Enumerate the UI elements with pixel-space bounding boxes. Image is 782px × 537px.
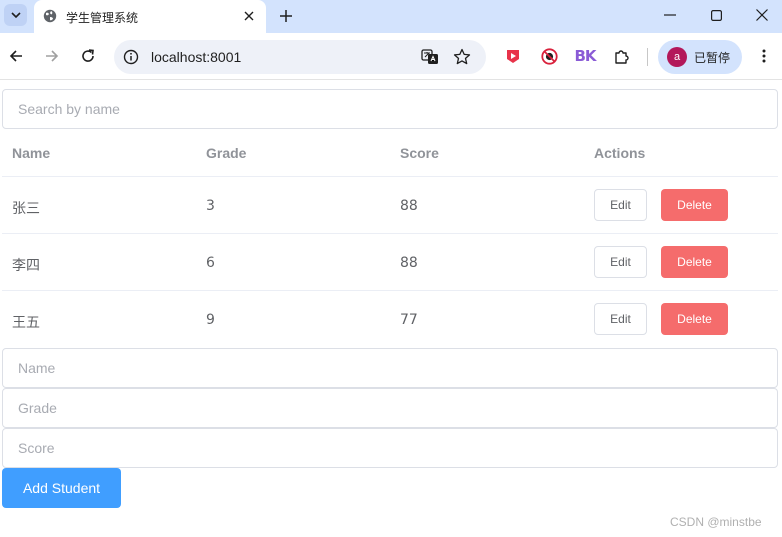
delete-button[interactable]: Delete (661, 303, 728, 335)
translate-icon[interactable] (421, 48, 439, 66)
extensions-button[interactable] (612, 46, 632, 66)
plus-icon (280, 10, 292, 22)
tab-search-button[interactable] (4, 4, 27, 26)
bk-extension-label: BK (574, 47, 596, 65)
add-student-button[interactable]: Add Student (2, 468, 121, 508)
bookmark-star-icon[interactable] (453, 48, 471, 66)
reload-icon (82, 49, 94, 62)
block-extension-icon (540, 47, 558, 65)
grade-input[interactable] (2, 388, 778, 428)
profile-status-label: 已暂停 (694, 51, 731, 65)
close-icon (756, 9, 768, 21)
minimize-icon (664, 14, 676, 16)
browser-tabstrip: 学生管理系统 (0, 0, 782, 33)
score-input[interactable] (2, 428, 778, 468)
edit-button[interactable]: Edit (594, 246, 647, 278)
chevron-down-icon (10, 12, 21, 19)
delete-button[interactable]: Delete (661, 189, 728, 221)
browser-menu-button[interactable] (754, 46, 774, 66)
puzzle-icon (615, 50, 629, 64)
minimize-button[interactable] (647, 0, 693, 30)
cell-score: 77 (400, 312, 418, 328)
url-text: localhost:8001 (151, 49, 242, 65)
play-extension-icon (507, 50, 519, 63)
row-divider (2, 290, 778, 291)
arrow-left-icon (9, 50, 22, 62)
cell-score: 88 (400, 198, 418, 214)
edit-button[interactable]: Edit (594, 189, 647, 221)
browser-toolbar: localhost:8001 BK a 已暂停 (0, 33, 782, 80)
name-input[interactable] (2, 348, 778, 388)
new-tab-button[interactable] (276, 6, 296, 26)
window-close-button[interactable] (739, 0, 782, 30)
row-divider (2, 176, 778, 177)
column-header-score: Score (400, 145, 439, 161)
video-extension-button[interactable] (503, 46, 523, 66)
maximize-icon (710, 9, 722, 21)
cell-name: 张三 (12, 201, 40, 217)
search-input[interactable] (2, 89, 778, 129)
back-button[interactable] (6, 46, 26, 66)
delete-button[interactable]: Delete (661, 246, 728, 278)
edit-button[interactable]: Edit (594, 303, 647, 335)
cell-score: 88 (400, 255, 418, 271)
globe-icon (43, 9, 57, 23)
cell-grade: 3 (206, 198, 215, 214)
column-header-actions: Actions (594, 145, 646, 161)
column-header-name: Name (12, 145, 51, 161)
avatar: a (667, 47, 687, 67)
tab-title: 学生管理系统 (66, 11, 139, 25)
address-bar[interactable]: localhost:8001 (114, 40, 486, 74)
blocker-extension-button[interactable] (539, 46, 559, 66)
forward-button[interactable] (42, 46, 62, 66)
bk-extension-button[interactable]: BK (574, 46, 596, 66)
maximize-button[interactable] (693, 0, 739, 30)
watermark-text: CSDN @minstbe (670, 515, 762, 529)
reload-button[interactable] (78, 46, 98, 66)
more-vertical-icon (762, 49, 766, 63)
arrow-right-icon (46, 50, 59, 62)
browser-tab[interactable]: 学生管理系统 (34, 0, 266, 33)
cell-name: 王五 (12, 315, 40, 331)
profile-button[interactable]: a 已暂停 (658, 40, 742, 74)
page-content: Name Grade Score Actions 张三 3 88 Edit De… (0, 81, 782, 537)
cell-grade: 6 (206, 255, 215, 271)
info-icon[interactable] (123, 49, 139, 65)
cell-grade: 9 (206, 312, 215, 328)
close-icon (244, 11, 254, 21)
tab-close-button[interactable] (240, 7, 258, 25)
toolbar-divider (647, 48, 648, 66)
row-divider (2, 233, 778, 234)
cell-name: 李四 (12, 258, 40, 274)
column-header-grade: Grade (206, 145, 247, 161)
